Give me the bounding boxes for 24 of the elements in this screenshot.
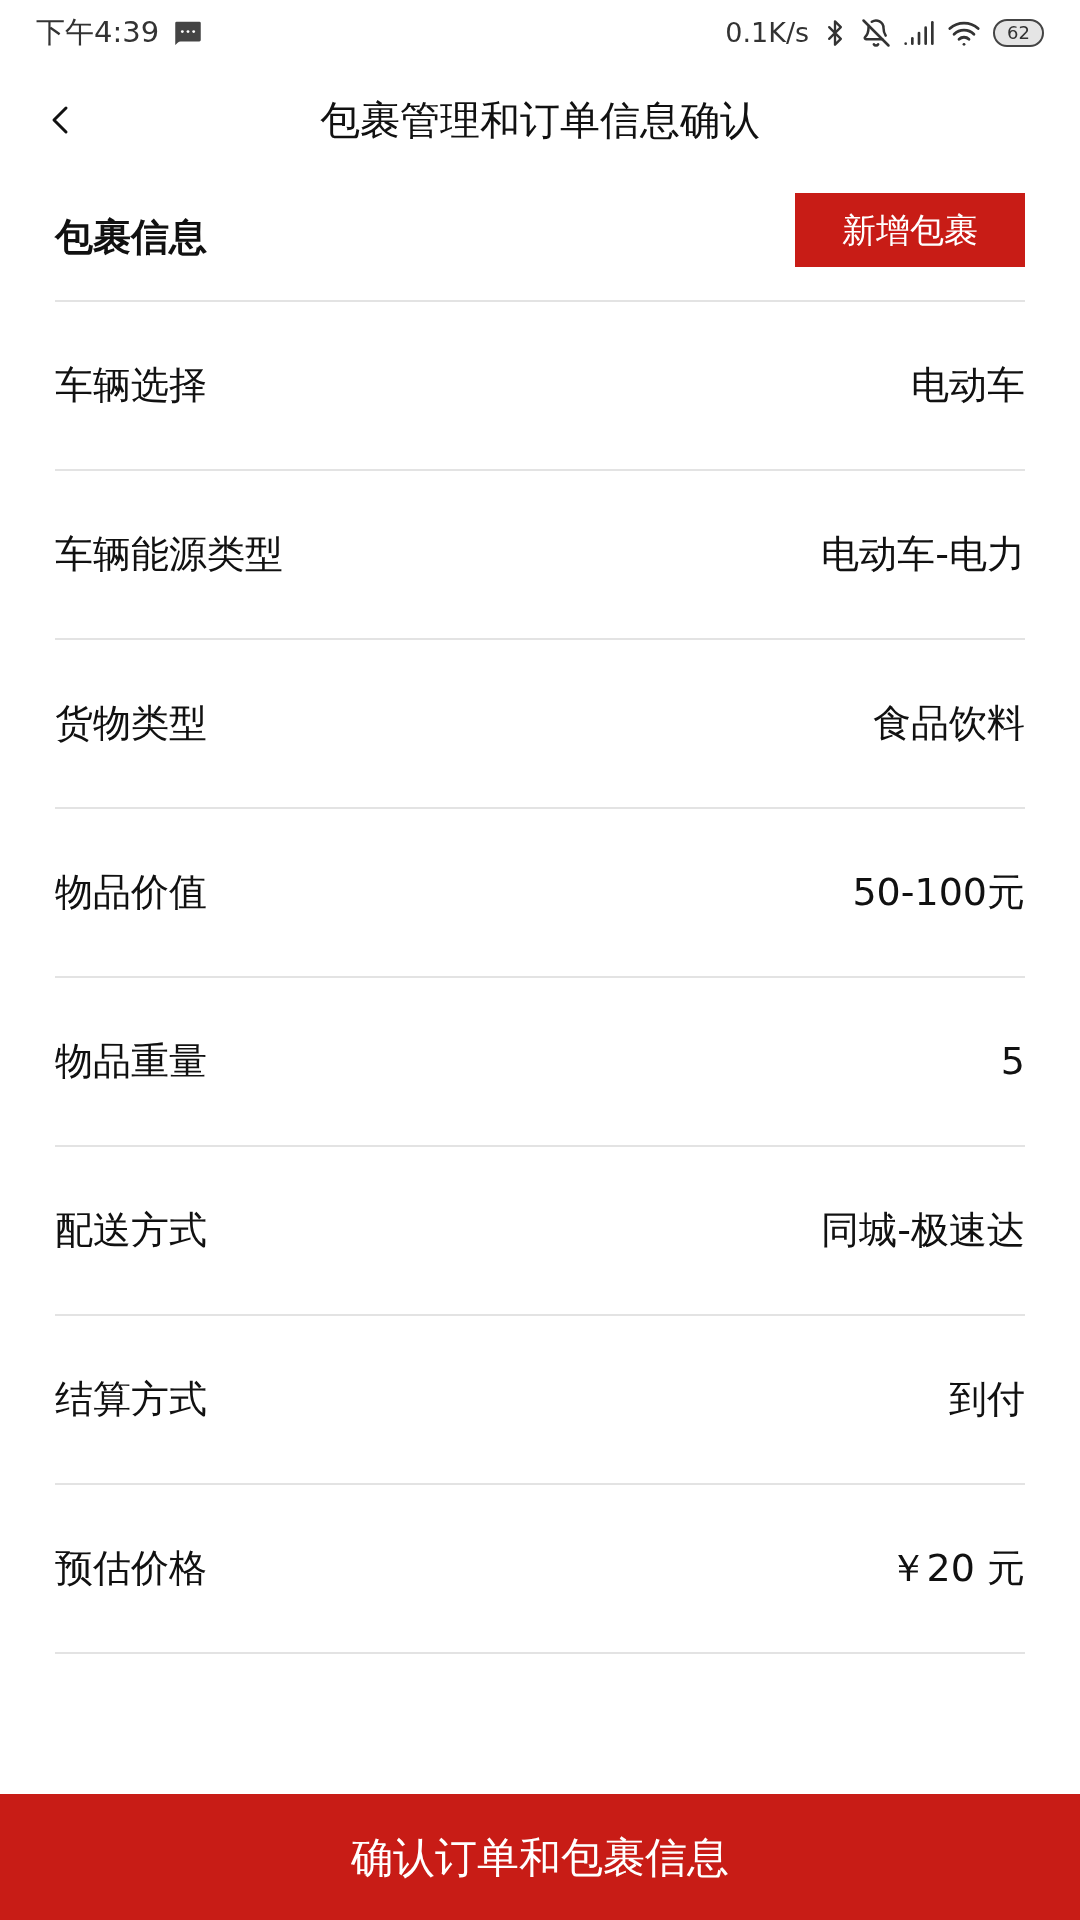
row-label: 结算方式: [55, 1376, 207, 1423]
battery-indicator: 62: [993, 19, 1044, 47]
row-value: 50-100元: [852, 869, 1025, 916]
row-label: 配送方式: [55, 1207, 207, 1254]
network-speed: 0.1K/s: [725, 15, 810, 50]
row-label: 货物类型: [55, 700, 207, 747]
row-label: 预估价格: [55, 1545, 207, 1592]
row-value: 同城-极速达: [821, 1207, 1025, 1254]
add-package-button[interactable]: 新增包裹: [795, 193, 1025, 267]
row-value: ￥20 元: [888, 1545, 1025, 1592]
row-label: 物品重量: [55, 1038, 207, 1085]
status-time: 下午4:39: [36, 14, 160, 52]
row-value: 电动车: [911, 362, 1025, 409]
row-label: 车辆选择: [55, 362, 207, 409]
row-value: 5: [1000, 1038, 1025, 1085]
row-value: 到付: [949, 1376, 1025, 1423]
page-title: 包裹管理和订单信息确认: [320, 96, 760, 145]
row-label: 物品价值: [55, 869, 207, 916]
row-label: 车辆能源类型: [55, 531, 283, 578]
row-value: 电动车-电力: [821, 531, 1025, 578]
confirm-button[interactable]: 确认订单和包裹信息: [0, 1794, 1080, 1920]
mute-icon: [861, 18, 892, 48]
section-title: 包裹信息: [55, 213, 207, 261]
row-value: 食品饮料: [873, 700, 1025, 747]
